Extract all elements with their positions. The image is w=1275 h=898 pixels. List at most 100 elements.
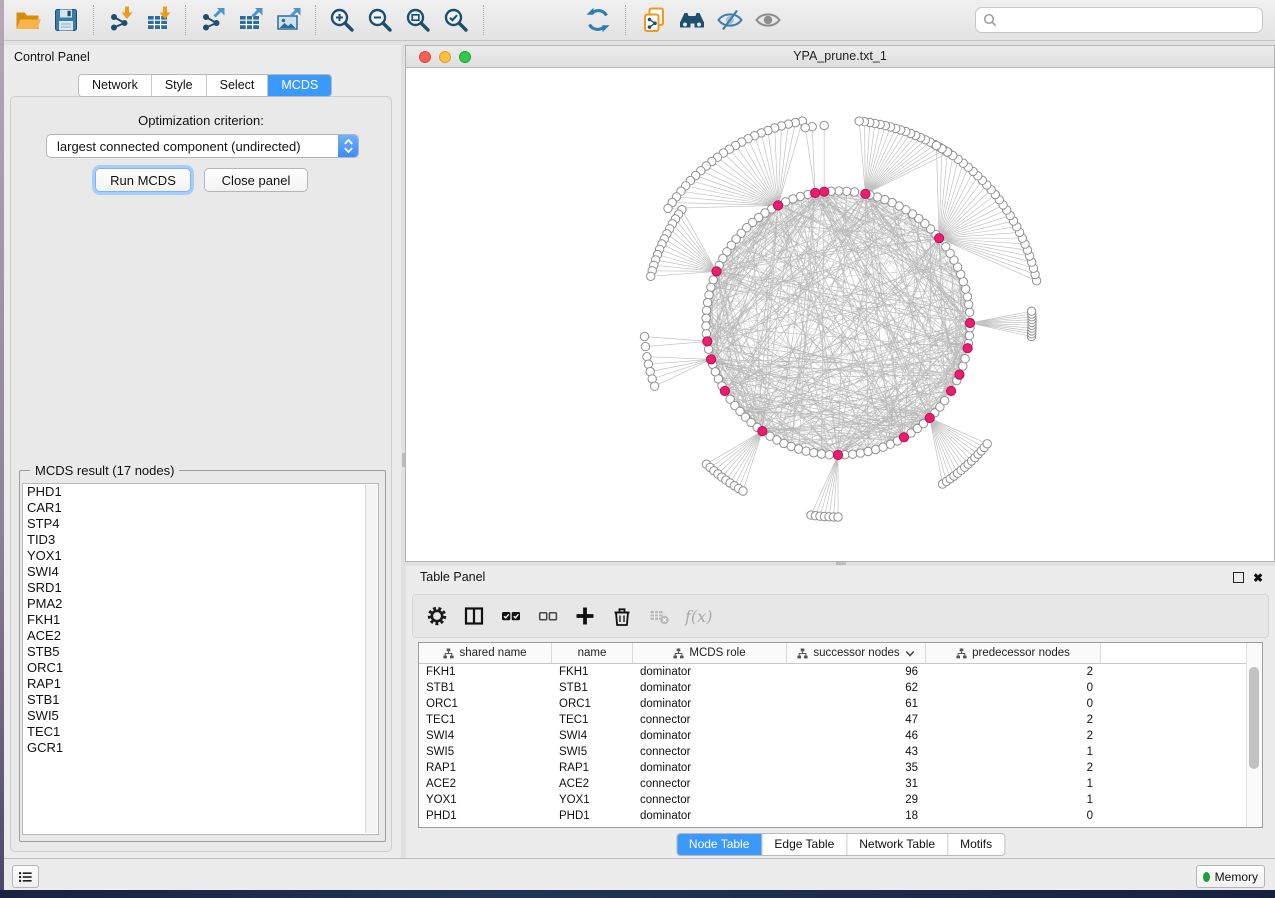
open-session-button[interactable]	[12, 3, 46, 37]
cell-successor-nodes: 62	[787, 682, 926, 694]
tab-mcds[interactable]: MCDS	[268, 75, 331, 96]
close-panel-button[interactable]: Close panel	[204, 168, 308, 192]
zoom-selected-button[interactable]	[440, 3, 474, 37]
network-canvas[interactable]	[406, 68, 1274, 561]
save-session-icon	[52, 6, 80, 34]
function-icon: f(x)	[685, 607, 712, 626]
main-toolbar	[4, 0, 1275, 41]
mcds-list-scrollbar[interactable]	[365, 485, 377, 833]
zoom-in-button[interactable]	[326, 3, 360, 37]
table-row[interactable]: SWI5SWI5connector431	[419, 744, 1262, 760]
cell-name: ORC1	[552, 698, 633, 710]
table-row[interactable]: YOX1YOX1connector291	[419, 792, 1262, 808]
import-network-button[interactable]	[104, 3, 138, 37]
control-panel-tabs: NetworkStyleSelectMCDS	[78, 74, 332, 97]
table-scrollbar[interactable]	[1246, 643, 1262, 827]
mcds-result-node[interactable]: STB1	[23, 692, 378, 708]
deselect-all-button[interactable]	[534, 601, 564, 631]
cell-predecessor-nodes: 2	[926, 762, 1101, 774]
criterion-select[interactable]: largest connected component (undirected)	[46, 134, 359, 158]
mcds-result-node[interactable]: ORC1	[23, 660, 378, 676]
table-row[interactable]: TEC1TEC1connector472	[419, 712, 1262, 728]
column-header-predecessor-nodes[interactable]: predecessor nodes	[926, 643, 1101, 663]
search-input[interactable]	[1002, 9, 1262, 31]
cell-predecessor-nodes: 1	[926, 778, 1101, 790]
cell-name: STB1	[552, 682, 633, 694]
mcds-result-node[interactable]: TID3	[23, 532, 378, 548]
mcds-result-node[interactable]: ACE2	[23, 628, 378, 644]
mcds-result-node[interactable]: SWI5	[23, 708, 378, 724]
apply-layout-button[interactable]	[582, 3, 616, 37]
column-header-MCDS-role[interactable]: MCDS role	[633, 643, 787, 663]
cell-successor-nodes: 18	[787, 810, 926, 822]
import-table-button[interactable]	[142, 3, 176, 37]
zoom-out-button[interactable]	[364, 3, 398, 37]
network-view-titlebar[interactable]: YPA_prune.txt_1	[406, 46, 1274, 68]
mcds-result-node[interactable]: CAR1	[23, 500, 378, 516]
find-neighbors-button[interactable]	[676, 3, 710, 37]
maximize-window-icon[interactable]	[459, 51, 471, 63]
tab-node-table[interactable]: Node Table	[677, 834, 763, 855]
table-row[interactable]: RAP1RAP1dominator352	[419, 760, 1262, 776]
delete-row-button[interactable]	[608, 601, 638, 631]
cell-predecessor-nodes: 2	[926, 730, 1101, 742]
mcds-result-node[interactable]: YOX1	[23, 548, 378, 564]
zoom-fit-icon	[404, 6, 432, 34]
export-image-button[interactable]	[272, 3, 306, 37]
mcds-result-list[interactable]: PHD1CAR1STP4TID3YOX1SWI4SRD1PMA2FKH1ACE2…	[22, 483, 379, 835]
mcds-result-node[interactable]: STP4	[23, 516, 378, 532]
tab-network[interactable]: Network	[79, 75, 152, 96]
cell-name: PHD1	[552, 810, 633, 822]
mcds-result-node[interactable]: PMA2	[23, 596, 378, 612]
tab-network-table[interactable]: Network Table	[847, 834, 948, 855]
run-mcds-button[interactable]: Run MCDS	[95, 168, 191, 192]
mcds-result-node[interactable]: GCR1	[23, 740, 378, 756]
tab-style[interactable]: Style	[152, 75, 207, 96]
mcds-result-node[interactable]: PHD1	[23, 484, 378, 500]
tab-motifs[interactable]: Motifs	[948, 834, 1004, 855]
column-header-name[interactable]: name	[552, 643, 633, 663]
table-row[interactable]: ACE2ACE2connector311	[419, 776, 1262, 792]
mcds-result-node[interactable]: SWI4	[23, 564, 378, 580]
table-scrollbar-thumb[interactable]	[1249, 667, 1259, 769]
node-table[interactable]: shared namenameMCDS rolesuccessor nodesp…	[418, 642, 1263, 828]
zoom-fit-button[interactable]	[402, 3, 436, 37]
table-row[interactable]: SWI4SWI4dominator462	[419, 728, 1262, 744]
close-panel-icon[interactable]: ✖	[1253, 573, 1263, 583]
toolbar-separator	[185, 5, 187, 35]
mcds-result-node[interactable]: RAP1	[23, 676, 378, 692]
mcds-result-node[interactable]: FKH1	[23, 612, 378, 628]
close-window-icon[interactable]	[419, 51, 431, 63]
table-row[interactable]: PHD1PHD1dominator180	[419, 808, 1262, 824]
float-panel-icon[interactable]	[1233, 572, 1244, 583]
toolbar-separator	[315, 5, 317, 35]
hide-selected-button[interactable]	[714, 3, 748, 37]
save-session-button[interactable]	[50, 3, 84, 37]
show-all-button[interactable]	[752, 3, 786, 37]
export-table-button[interactable]	[234, 3, 268, 37]
export-network-button[interactable]	[196, 3, 230, 37]
panel-list-button[interactable]	[12, 865, 39, 888]
select-all-button[interactable]	[497, 601, 527, 631]
mcds-result-node[interactable]: STB5	[23, 644, 378, 660]
table-row[interactable]: ORC1ORC1dominator610	[419, 696, 1262, 712]
clone-network-button[interactable]	[638, 3, 672, 37]
zoom-out-icon	[366, 6, 394, 34]
cell-successor-nodes: 43	[787, 746, 926, 758]
network-view-title: YPA_prune.txt_1	[406, 46, 1274, 67]
minimize-window-icon[interactable]	[439, 51, 451, 63]
split-view-button[interactable]	[460, 601, 490, 631]
tab-edge-table[interactable]: Edge Table	[762, 834, 847, 855]
tab-select[interactable]: Select	[207, 75, 269, 96]
table-row[interactable]: STB1STB1dominator620	[419, 680, 1262, 696]
table-row[interactable]: FKH1FKH1dominator962	[419, 664, 1262, 680]
search-field[interactable]	[975, 7, 1263, 33]
column-header-successor-nodes[interactable]: successor nodes	[787, 643, 926, 663]
column-header-shared-name[interactable]: shared name	[419, 643, 552, 663]
gear-button[interactable]	[423, 601, 453, 631]
mcds-result-node[interactable]: TEC1	[23, 724, 378, 740]
add-row-button[interactable]	[571, 601, 601, 631]
mcds-result-node[interactable]: SRD1	[23, 580, 378, 596]
memory-button[interactable]: Memory	[1196, 865, 1265, 888]
delete-table-icon	[648, 605, 670, 627]
